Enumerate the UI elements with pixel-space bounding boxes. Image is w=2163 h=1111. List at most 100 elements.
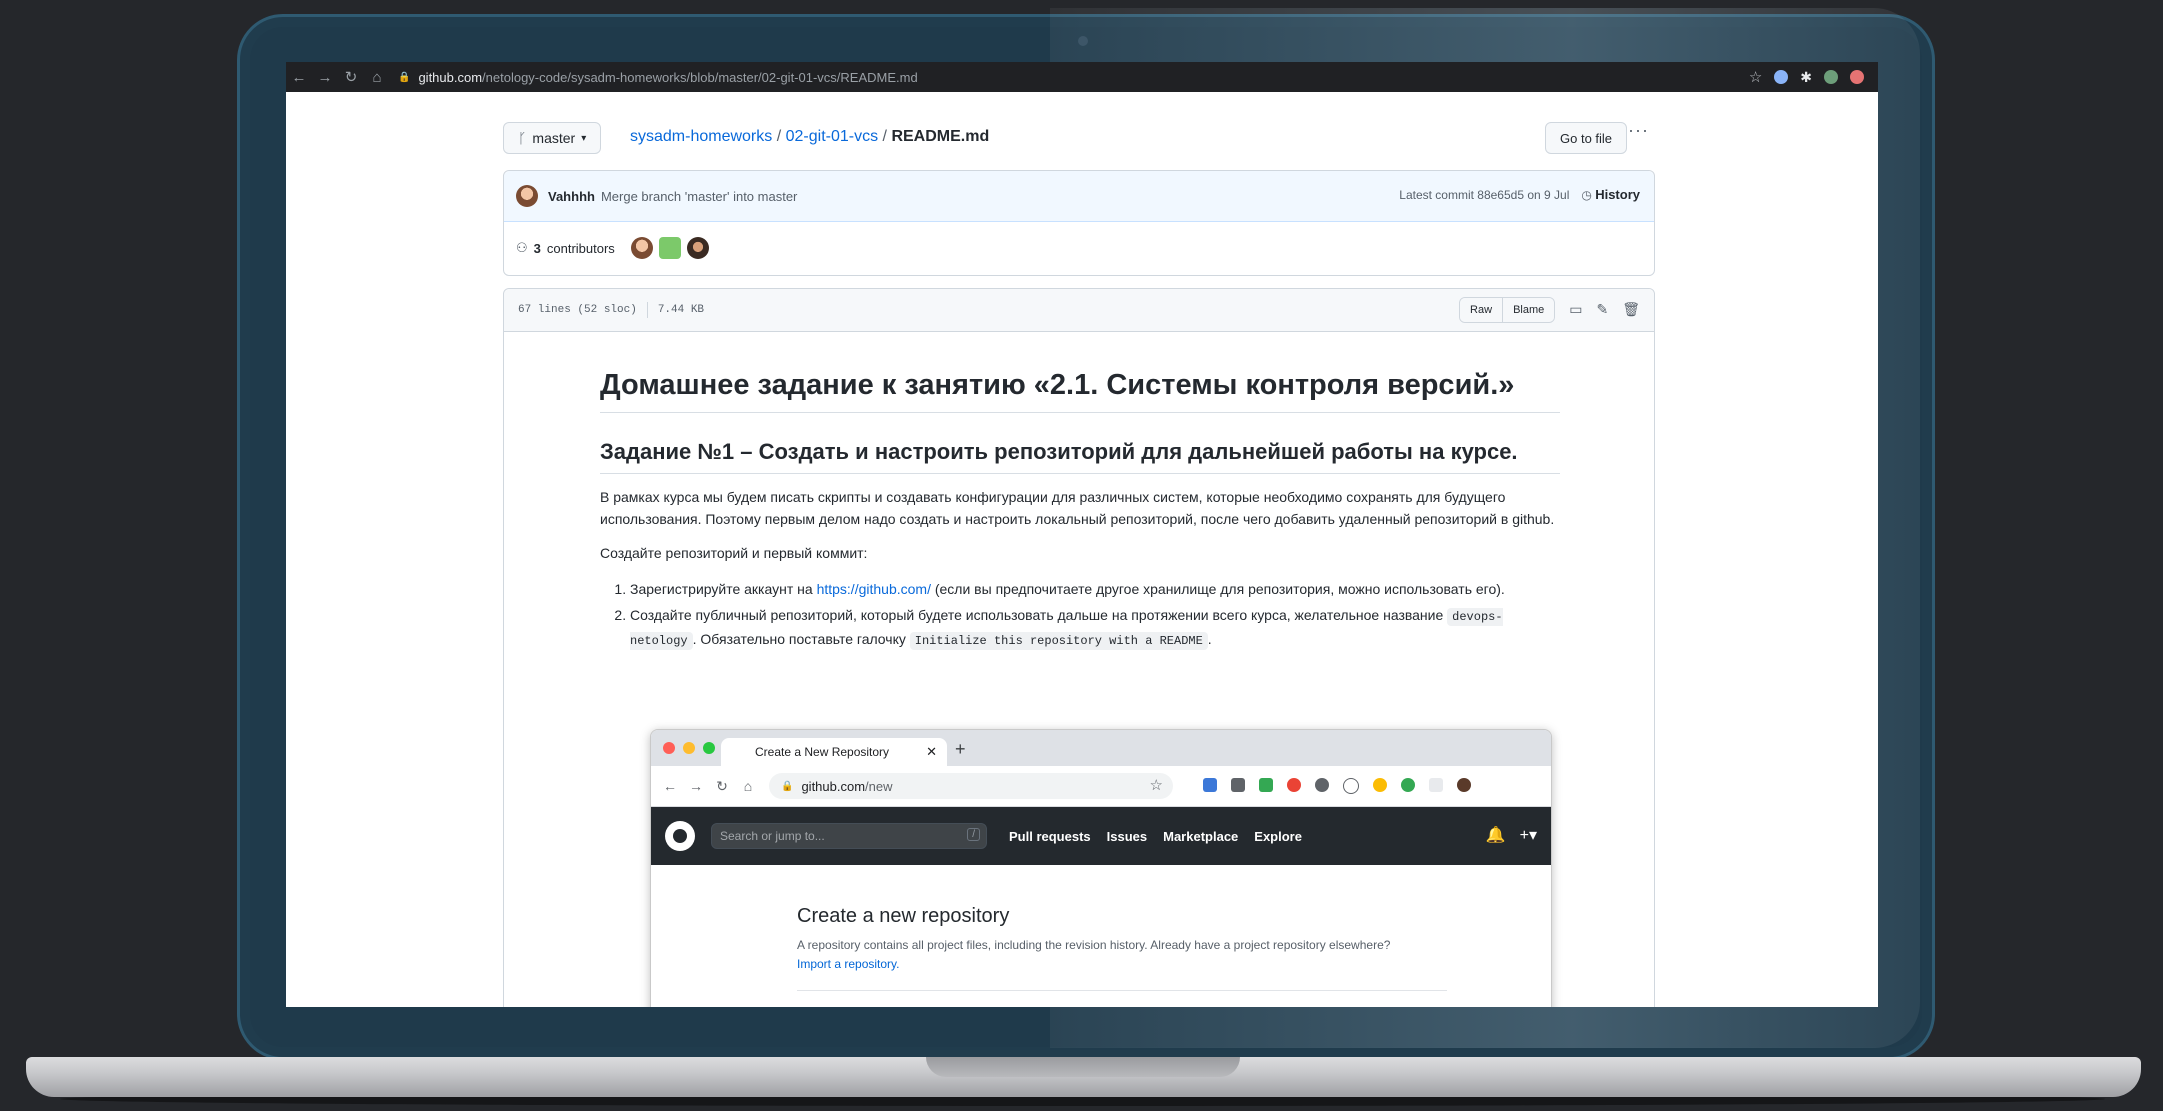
file-actions: Raw Blame ▭ ✎ 🗑	[1459, 297, 1640, 323]
back-icon: ←	[663, 778, 677, 794]
reload-icon[interactable]: ↻	[338, 68, 364, 86]
breadcrumb: sysadm-homeworks / 02-git-01-vcs / READM…	[630, 128, 990, 145]
lock-icon: 🔒	[398, 71, 411, 83]
lock-icon: 🔒	[781, 780, 794, 792]
import-link: Import a repository.	[797, 957, 900, 971]
extension-icon	[1259, 778, 1273, 792]
avatar[interactable]	[686, 237, 709, 259]
maximize-dot	[703, 742, 715, 754]
forward-icon: →	[689, 778, 703, 794]
embedded-tab-title: Create a New Repository	[755, 745, 890, 759]
history-link[interactable]: ◷ History	[1581, 187, 1640, 202]
address-bar[interactable]: 🔒 github.com/netology-code/sysadm-homewo…	[398, 70, 918, 85]
commit-header: Vahhhh Merge branch 'master' into master…	[504, 171, 1654, 222]
step2-end: .	[1207, 631, 1212, 647]
contributor-avatars	[630, 237, 709, 259]
close-icon: ✕	[926, 744, 937, 759]
divider	[646, 302, 648, 318]
extension-icon	[1287, 778, 1301, 792]
steps-list: Зарегистрируйте аккаунт на https://githu…	[600, 578, 1560, 652]
embedded-url-host: github.com	[801, 778, 866, 794]
puzzle-icon[interactable]: ✱	[1800, 69, 1812, 86]
pencil-icon[interactable]: ✎	[1596, 302, 1608, 318]
embedded-title: Create a new repository	[797, 905, 1010, 927]
history-label: History	[1595, 187, 1640, 202]
commit-meta: Latest commit 88e65d5 on 9 Jul ◷ History	[1399, 187, 1640, 202]
plus-icon: +▾	[1519, 827, 1537, 844]
extension-icon[interactable]	[1774, 70, 1789, 84]
close-dot	[663, 742, 675, 754]
more-options-icon[interactable]: ···	[1628, 120, 1649, 141]
extension-icon	[1203, 778, 1217, 792]
bookmark-star-icon: ☆	[1149, 777, 1163, 794]
embedded-nav: Pull requests Issues Marketplace Explore	[1009, 829, 1302, 844]
forward-icon[interactable]: →	[312, 69, 338, 86]
file-viewer: 67 lines (52 sloc) 7.44 KB Raw Blame ▭ ✎…	[503, 288, 1655, 1007]
trash-icon[interactable]: 🗑	[1622, 302, 1640, 318]
embedded-body: Create a new repository A repository con…	[651, 865, 1551, 991]
github-link[interactable]: https://github.com/	[817, 581, 931, 597]
extension-icon	[1373, 778, 1387, 792]
bell-icon: 🔔	[1485, 827, 1506, 844]
embedded-tab: Create a New Repository ✕	[721, 738, 947, 766]
contributors-row[interactable]: ⚇ 3 contributors	[504, 222, 1654, 274]
raw-button[interactable]: Raw	[1460, 298, 1503, 322]
readme-title: Домашнее задание к занятию «2.1. Системы…	[600, 369, 1560, 413]
avatar[interactable]	[658, 237, 681, 259]
step2-text-cont: . Обязательно поставьте галочку	[692, 631, 906, 647]
avatar	[1457, 778, 1471, 792]
branch-name: master	[532, 130, 576, 146]
contributors-label: contributors	[546, 240, 615, 256]
divider	[797, 990, 1447, 991]
profile-avatar[interactable]	[1850, 70, 1864, 84]
embedded-desc-text: A repository contains all project files,…	[797, 938, 1391, 952]
readme-content: Домашнее задание к занятию «2.1. Системы…	[600, 369, 1560, 1007]
embedded-toolbar: ← → ↻ ⌂ 🔒 github.com/new ☆	[651, 766, 1551, 807]
embedded-url-path: /new	[865, 778, 893, 794]
back-icon[interactable]: ←	[286, 69, 312, 86]
raw-blame-group: Raw Blame	[1459, 297, 1556, 323]
desktop-icon[interactable]: ▭	[1569, 302, 1582, 318]
laptop-screen: ← → ↻ ⌂ 🔒 github.com/netology-code/sysad…	[286, 62, 1878, 1007]
commit-author[interactable]: Vahhhh	[548, 189, 595, 204]
nav-issues: Issues	[1106, 828, 1148, 844]
go-to-file-button[interactable]: Go to file	[1545, 122, 1628, 154]
step2-text: Создайте публичный репозиторий, который …	[630, 607, 1444, 623]
search-key-hint: /	[967, 828, 980, 841]
laptop-notch	[926, 1057, 1240, 1077]
avatar[interactable]	[516, 185, 538, 207]
latest-commit-box: Vahhhh Merge branch 'master' into master…	[503, 170, 1655, 276]
latest-commit[interactable]: Latest commit 88e65d5 on 9 Jul	[1399, 188, 1569, 202]
file-header: 67 lines (52 sloc) 7.44 KB Raw Blame ▭ ✎…	[504, 289, 1654, 332]
avatar[interactable]	[630, 237, 653, 259]
embedded-address-bar: 🔒 github.com/new ☆	[769, 773, 1173, 799]
commit-message[interactable]: Merge branch 'master' into master	[601, 189, 797, 204]
extension-icon	[1429, 778, 1443, 792]
embedded-github-header: Search or jump to... / Pull requests Iss…	[651, 807, 1551, 865]
chevron-down-icon: ▾	[581, 132, 587, 144]
reload-icon: ↻	[716, 777, 728, 794]
nav-marketplace: Marketplace	[1163, 828, 1239, 844]
step1-text-cont: (если вы предпочитаете другое хранилище …	[934, 581, 1505, 597]
breadcrumb-repo[interactable]: sysadm-homeworks	[630, 128, 772, 145]
blame-button[interactable]: Blame	[1502, 298, 1555, 322]
github-logo-icon	[665, 821, 695, 851]
step1-text: Зарегистрируйте аккаунт на	[630, 581, 813, 597]
extension-icon	[1343, 778, 1359, 794]
branch-icon: ᚴ	[518, 130, 527, 146]
url-path: /netology-code/sysadm-homeworks/blob/mas…	[482, 69, 918, 85]
clock-icon: ◷	[1581, 188, 1592, 202]
extension-icon	[1315, 778, 1329, 792]
url-host: github.com	[418, 69, 483, 85]
home-icon[interactable]: ⌂	[364, 69, 390, 86]
bookmark-star-icon[interactable]: ☆	[1749, 68, 1762, 86]
extension-icon[interactable]	[1824, 70, 1838, 84]
instruction-paragraph: Создайте репозиторий и первый коммит:	[600, 545, 868, 561]
breadcrumb-folder[interactable]: 02-git-01-vcs	[786, 128, 878, 145]
home-icon: ⌂	[743, 778, 753, 794]
extension-icon	[1401, 778, 1415, 792]
new-tab-icon: +	[955, 739, 966, 759]
file-lines: 67 lines (52 sloc)	[518, 304, 637, 316]
branch-selector[interactable]: ᚴ master ▾	[503, 122, 602, 154]
extension-icon	[1231, 778, 1245, 792]
